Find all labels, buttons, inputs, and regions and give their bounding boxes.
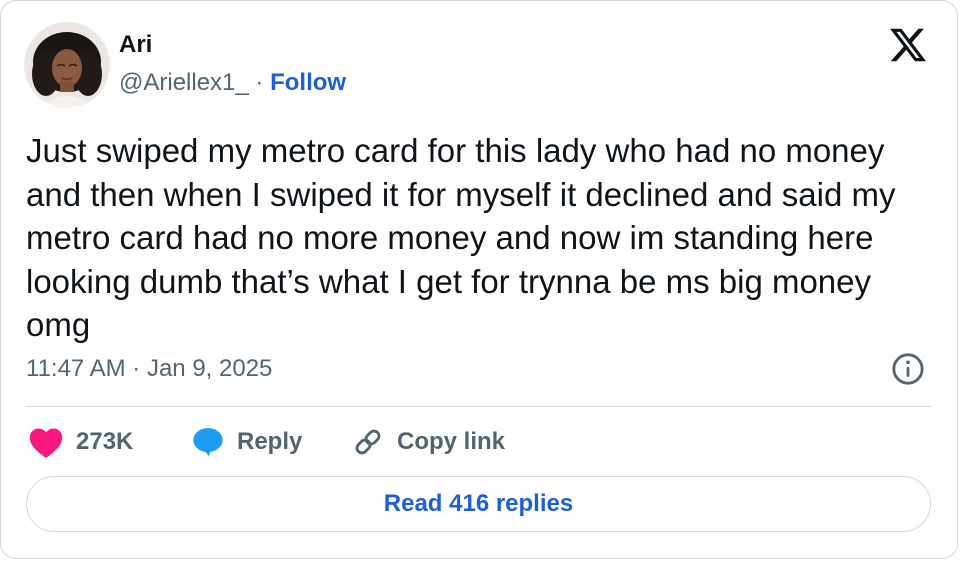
like-button[interactable]: 273K bbox=[28, 422, 133, 462]
copy-link-label: Copy link bbox=[397, 428, 506, 455]
divider bbox=[26, 406, 931, 407]
copy-link-button[interactable]: Copy link bbox=[351, 422, 505, 462]
like-count: 273K bbox=[76, 428, 134, 455]
author-handle[interactable]: @Ariellex1_ bbox=[119, 69, 249, 96]
x-logo-icon[interactable] bbox=[888, 25, 928, 65]
speech-bubble-icon bbox=[193, 428, 223, 457]
info-icon[interactable] bbox=[891, 352, 925, 386]
follow-button[interactable]: Follow bbox=[270, 69, 346, 96]
read-replies-label: Read 416 replies bbox=[383, 490, 574, 517]
tweet-timestamp[interactable]: 11:47 AM · Jan 9, 2025 bbox=[26, 355, 272, 383]
reply-button[interactable]: Reply bbox=[191, 422, 302, 462]
tweet-text: Just swiped my metro card for this lady … bbox=[26, 132, 896, 343]
reply-label: Reply bbox=[237, 428, 303, 455]
author-meta: @Ariellex1_ · Follow bbox=[119, 69, 346, 97]
meta-separator: · bbox=[248, 69, 271, 96]
link-icon bbox=[355, 429, 381, 455]
avatar[interactable] bbox=[24, 22, 110, 108]
author-name[interactable]: Ari bbox=[119, 31, 152, 59]
heart-icon bbox=[29, 428, 63, 458]
avatar-image bbox=[24, 22, 110, 108]
read-replies-button[interactable]: Read 416 replies bbox=[26, 476, 931, 532]
tweet-card: Ari @Ariellex1_ · Follow Just swiped my … bbox=[0, 0, 958, 559]
